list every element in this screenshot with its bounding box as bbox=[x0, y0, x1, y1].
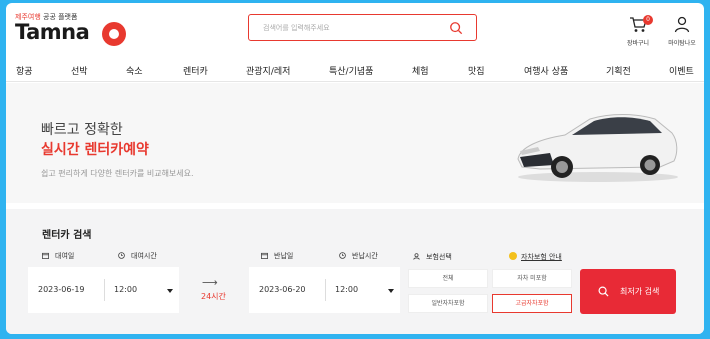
insurance-option-all[interactable]: 전체 bbox=[408, 269, 488, 288]
nav-item-experience[interactable]: 체험 bbox=[412, 64, 429, 77]
lowest-price-search-button[interactable]: 최저가 검색 bbox=[580, 269, 676, 314]
pickup-time-select[interactable]: 12:00 bbox=[114, 285, 137, 294]
cart-label: 장바구니 bbox=[626, 40, 650, 47]
insurance-option-standard[interactable]: 일반자차포함 bbox=[408, 294, 488, 313]
caret-down-icon[interactable] bbox=[388, 289, 394, 293]
search-bar[interactable]: 검색어를 입력해주세요 bbox=[248, 14, 477, 41]
pickup-time-label-text: 대여시간 bbox=[131, 252, 157, 260]
rental-duration: 24시간 bbox=[201, 292, 226, 301]
car-image bbox=[517, 114, 678, 182]
pickup-date-field[interactable]: 2023-06-19 bbox=[38, 285, 85, 294]
insurance-option-none[interactable]: 자차 미포함 bbox=[492, 269, 572, 288]
calendar-icon bbox=[42, 252, 49, 259]
insurance-label: 보험선택 bbox=[413, 252, 452, 262]
nav-item-special[interactable]: 기획전 bbox=[606, 64, 631, 77]
hero-description: 쉽고 편리하게 다양한 렌터카를 비교해보세요. bbox=[41, 169, 194, 178]
hero-banner: 빠르고 정확한 실시간 렌터카예약 쉽고 편리하게 다양한 렌터카를 비교해보세… bbox=[6, 83, 704, 203]
return-date-field[interactable]: 2023-06-20 bbox=[259, 285, 306, 294]
mypage-label: 마이탐나오 bbox=[668, 40, 696, 47]
pickup-time-label: 대여시간 bbox=[118, 251, 157, 261]
insurance-label-text: 보험선택 bbox=[426, 253, 452, 261]
clock-icon bbox=[118, 252, 125, 259]
search-icon bbox=[598, 286, 609, 297]
return-time-label: 반납시간 bbox=[339, 251, 378, 261]
cart-count-badge: 0 bbox=[643, 15, 653, 25]
hero-title: 실시간 렌터카예약 bbox=[41, 142, 149, 158]
pickup-date-label: 대여일 bbox=[42, 251, 74, 261]
search-icon[interactable] bbox=[449, 21, 463, 35]
return-time-label-text: 반납시간 bbox=[352, 252, 378, 260]
nav-item-stay[interactable]: 숙소 bbox=[126, 64, 143, 77]
nav-item-flight[interactable]: 항공 bbox=[16, 64, 33, 77]
insurance-option-premium[interactable]: 고급자차포함 bbox=[492, 294, 572, 313]
pickup-date-label-text: 대여일 bbox=[55, 252, 75, 260]
user-icon bbox=[413, 253, 420, 260]
divider bbox=[325, 279, 326, 301]
search-input[interactable]: 검색어를 입력해주세요 bbox=[263, 23, 330, 33]
clock-icon bbox=[339, 252, 346, 259]
calendar-icon bbox=[261, 252, 268, 259]
nav-item-event[interactable]: 이벤트 bbox=[669, 64, 694, 77]
nav-item-tour[interactable]: 관광지/레저 bbox=[246, 64, 290, 77]
cart-button[interactable]: 0 장바구니 bbox=[623, 15, 653, 50]
logo[interactable]: Tamna bbox=[15, 20, 90, 44]
search-button-label: 최저가 검색 bbox=[620, 287, 660, 296]
insurance-info-link[interactable]: 자차보험 안내 bbox=[521, 252, 562, 262]
return-date-label: 반납일 bbox=[261, 251, 293, 261]
nav-item-agency[interactable]: 여행사 상품 bbox=[524, 64, 568, 77]
hero-line1: 빠르고 정확한 bbox=[41, 122, 123, 138]
main-nav: 항공 선박 숙소 렌터카 관광지/레저 특산/기념품 체험 맛집 여행사 상품 … bbox=[6, 57, 704, 82]
divider bbox=[104, 279, 105, 301]
nav-item-ship[interactable]: 선박 bbox=[71, 64, 88, 77]
nav-item-souvenir[interactable]: 특산/기념품 bbox=[329, 64, 373, 77]
return-date-label-text: 반납일 bbox=[274, 252, 294, 260]
pickup-box: 2023-06-19 12:00 bbox=[28, 267, 179, 313]
mypage-button[interactable]: 마이탐나오 bbox=[664, 16, 700, 50]
return-box: 2023-06-20 12:00 bbox=[249, 267, 400, 313]
user-icon bbox=[674, 16, 690, 33]
info-icon bbox=[509, 252, 517, 260]
arrow-right-icon: ⟶ bbox=[202, 276, 218, 289]
caret-down-icon[interactable] bbox=[167, 289, 173, 293]
return-time-select[interactable]: 12:00 bbox=[335, 285, 358, 294]
rentcar-search-panel: 렌터카 검색 대여일 대여시간 2023-06-19 12:00 ⟶ 24시간 … bbox=[6, 209, 704, 334]
nav-item-rentcar[interactable]: 렌터카 bbox=[183, 64, 208, 77]
booking-title: 렌터카 검색 bbox=[42, 230, 92, 241]
nav-item-food[interactable]: 맛집 bbox=[468, 64, 485, 77]
page-frame: 제주여행 공공 플랫폼 Tamna 검색어를 입력해주세요 0 장바구니 마이탐… bbox=[6, 3, 704, 334]
logo-mark-icon[interactable] bbox=[102, 22, 126, 46]
